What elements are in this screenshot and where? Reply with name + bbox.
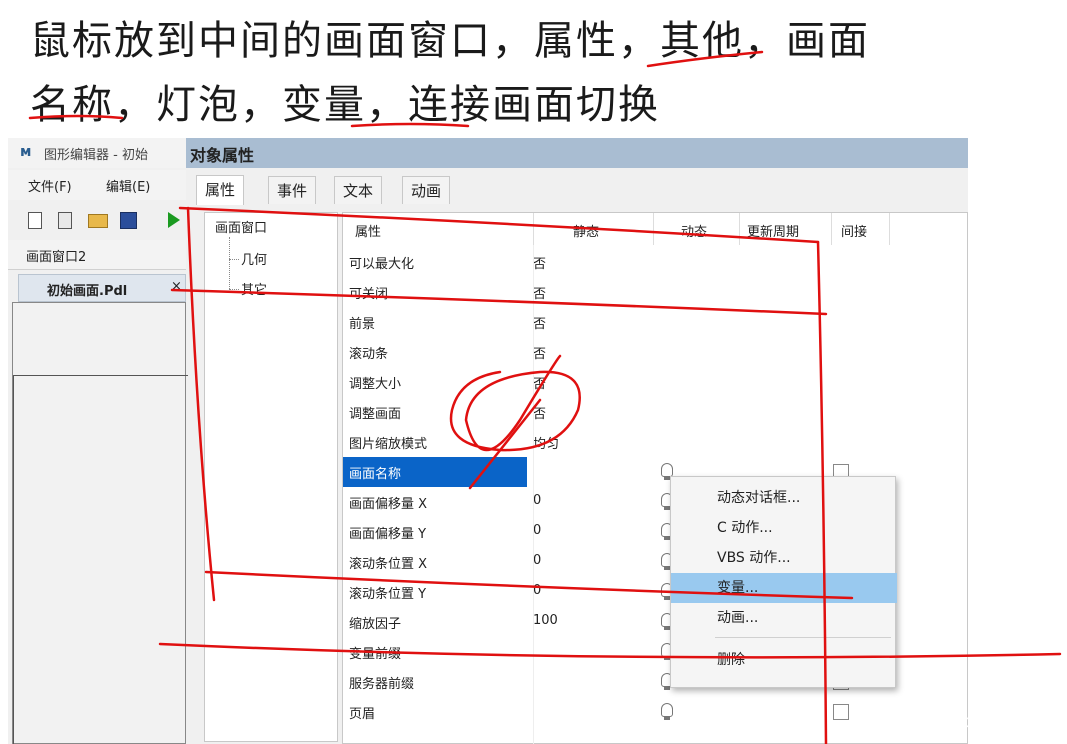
column-divider (831, 213, 832, 245)
column-divider (653, 213, 654, 245)
menu-file[interactable]: 文件(F) (28, 176, 72, 195)
property-static-value[interactable]: 否 (533, 253, 546, 272)
property-row[interactable]: 调整大小 否 (343, 367, 968, 397)
dialog-title-bar: 对象属性 (186, 138, 968, 168)
property-name: 变量前缀 (349, 647, 402, 662)
property-row[interactable]: 可关闭 否 (343, 277, 968, 307)
tab-events[interactable]: 事件 (268, 176, 317, 204)
property-row[interactable]: 页眉 (343, 697, 968, 727)
column-header-update-cycle[interactable]: 更新周期 (747, 221, 799, 240)
column-header-property[interactable]: 属性 (355, 221, 381, 240)
property-row[interactable]: 调整画面 否 (343, 397, 968, 427)
property-name: 滚动条位置 X (349, 557, 428, 572)
property-name: 调整画面 (349, 407, 402, 422)
property-name: 图片缩放模式 (349, 437, 428, 452)
column-header-static[interactable]: 静态 (573, 221, 599, 240)
run-icon[interactable] (168, 212, 180, 228)
menubar: 文件(F) 编辑(E) (8, 170, 186, 200)
menu-separator (715, 637, 891, 638)
tab-animation[interactable]: 动画 (402, 176, 451, 204)
property-name: 页眉 (349, 707, 376, 722)
column-header-dynamic[interactable]: 动态 (681, 221, 707, 240)
tree-connector (229, 237, 231, 289)
property-name: 可以最大化 (349, 257, 415, 272)
bulb-base (664, 717, 670, 720)
property-static-value[interactable]: 否 (533, 283, 546, 302)
menu-edit[interactable]: 编辑(E) (106, 176, 150, 195)
tree-child-geometry[interactable]: 几何 (241, 249, 267, 268)
property-static-value[interactable]: 否 (533, 373, 546, 392)
app-title: 图形编辑器 - 初始 (44, 148, 148, 163)
property-name: 滚动条位置 Y (349, 587, 427, 602)
new-file-icon[interactable] (28, 212, 42, 229)
property-static-value[interactable]: 0 (533, 553, 541, 568)
document-tab-label: 初始画面.Pdl (47, 284, 128, 299)
tree-child-other[interactable]: 其它 (241, 279, 267, 298)
property-name: 滚动条 (349, 347, 389, 362)
dynamic-bulb-icon[interactable] (661, 703, 673, 717)
property-tree: 画面窗口 几何 其它 (204, 212, 338, 742)
column-divider (739, 213, 740, 245)
tab-properties[interactable]: 属性 (196, 175, 245, 205)
column-divider (533, 213, 534, 245)
property-name: 可关闭 (349, 287, 389, 302)
close-icon[interactable]: × (171, 279, 182, 294)
context-menu: 动态对话框... C 动作... VBS 动作... 变量... 动画... 删除 (670, 476, 897, 688)
column-divider (889, 213, 890, 245)
column-header-indirect[interactable]: 间接 (841, 221, 867, 240)
property-static-value[interactable]: 0 (533, 523, 541, 538)
dynamic-bulb-icon[interactable] (661, 463, 673, 477)
property-static-value[interactable]: 否 (533, 343, 546, 362)
property-static-value[interactable]: 否 (533, 403, 546, 422)
template-icon[interactable] (58, 212, 72, 229)
context-menu-item[interactable]: 动画... (671, 603, 897, 633)
property-name: 画面名称 (349, 467, 402, 482)
property-name: 前景 (349, 317, 376, 332)
headline-line-1: 鼠标放到中间的画面窗口，属性，其他，画面 (30, 18, 870, 64)
context-menu-item[interactable]: 变量... (671, 573, 897, 603)
property-row[interactable]: 前景 否 (343, 307, 968, 337)
property-static-value[interactable]: 均匀 (533, 433, 559, 452)
grid-header: 属性 静态 动态 更新周期 间接 (343, 213, 968, 245)
context-menu-item[interactable]: VBS 动作... (671, 543, 897, 573)
toolbar (8, 204, 186, 236)
headline-line-2: 名称，灯泡，变量，连接画面切换 (30, 82, 660, 128)
property-row[interactable]: 图片缩放模式 均匀 (343, 427, 968, 457)
property-static-value[interactable]: 0 (533, 583, 541, 598)
property-static-value[interactable]: 0 (533, 493, 541, 508)
watermark: CSDN @asjodnobfy (920, 714, 1055, 730)
property-name: 画面偏移量 X (349, 497, 428, 512)
context-menu-item[interactable]: 动态对话框... (671, 483, 897, 513)
open-folder-icon[interactable] (88, 214, 108, 228)
document-tab[interactable]: 初始画面.Pdl × (18, 274, 186, 302)
property-static-value[interactable]: 否 (533, 313, 546, 332)
picture-window-object[interactable] (13, 375, 188, 744)
indirect-checkbox[interactable] (833, 704, 849, 720)
screenshot-region: ᴍ 图形编辑器 - 初始 文件(F) 编辑(E) 画面窗口2 初始画面.Pdl … (8, 138, 968, 744)
tree-connector (229, 289, 239, 291)
property-row[interactable]: 滚动条 否 (343, 337, 968, 367)
column-divider (533, 245, 534, 744)
property-static-value[interactable]: 100 (533, 613, 558, 628)
property-name: 画面偏移量 Y (349, 527, 427, 542)
property-name: 调整大小 (349, 377, 402, 392)
save-icon[interactable] (120, 212, 137, 229)
context-menu-item[interactable]: C 动作... (671, 513, 897, 543)
context-menu-item[interactable]: 删除 (671, 645, 897, 675)
tree-root[interactable]: 画面窗口 (215, 217, 267, 236)
tab-text[interactable]: 文本 (334, 176, 383, 204)
dialog-title: 对象属性 (190, 146, 255, 165)
property-name: 服务器前缀 (349, 677, 415, 692)
object-tree-item[interactable]: 画面窗口2 (8, 240, 186, 270)
property-row[interactable]: 可以最大化 否 (343, 247, 968, 277)
app-logo-icon: ᴍ (20, 144, 32, 160)
editor-canvas[interactable] (12, 302, 188, 744)
tree-connector (229, 259, 239, 261)
property-name: 缩放因子 (349, 617, 402, 632)
object-tree-label: 画面窗口2 (26, 250, 87, 265)
